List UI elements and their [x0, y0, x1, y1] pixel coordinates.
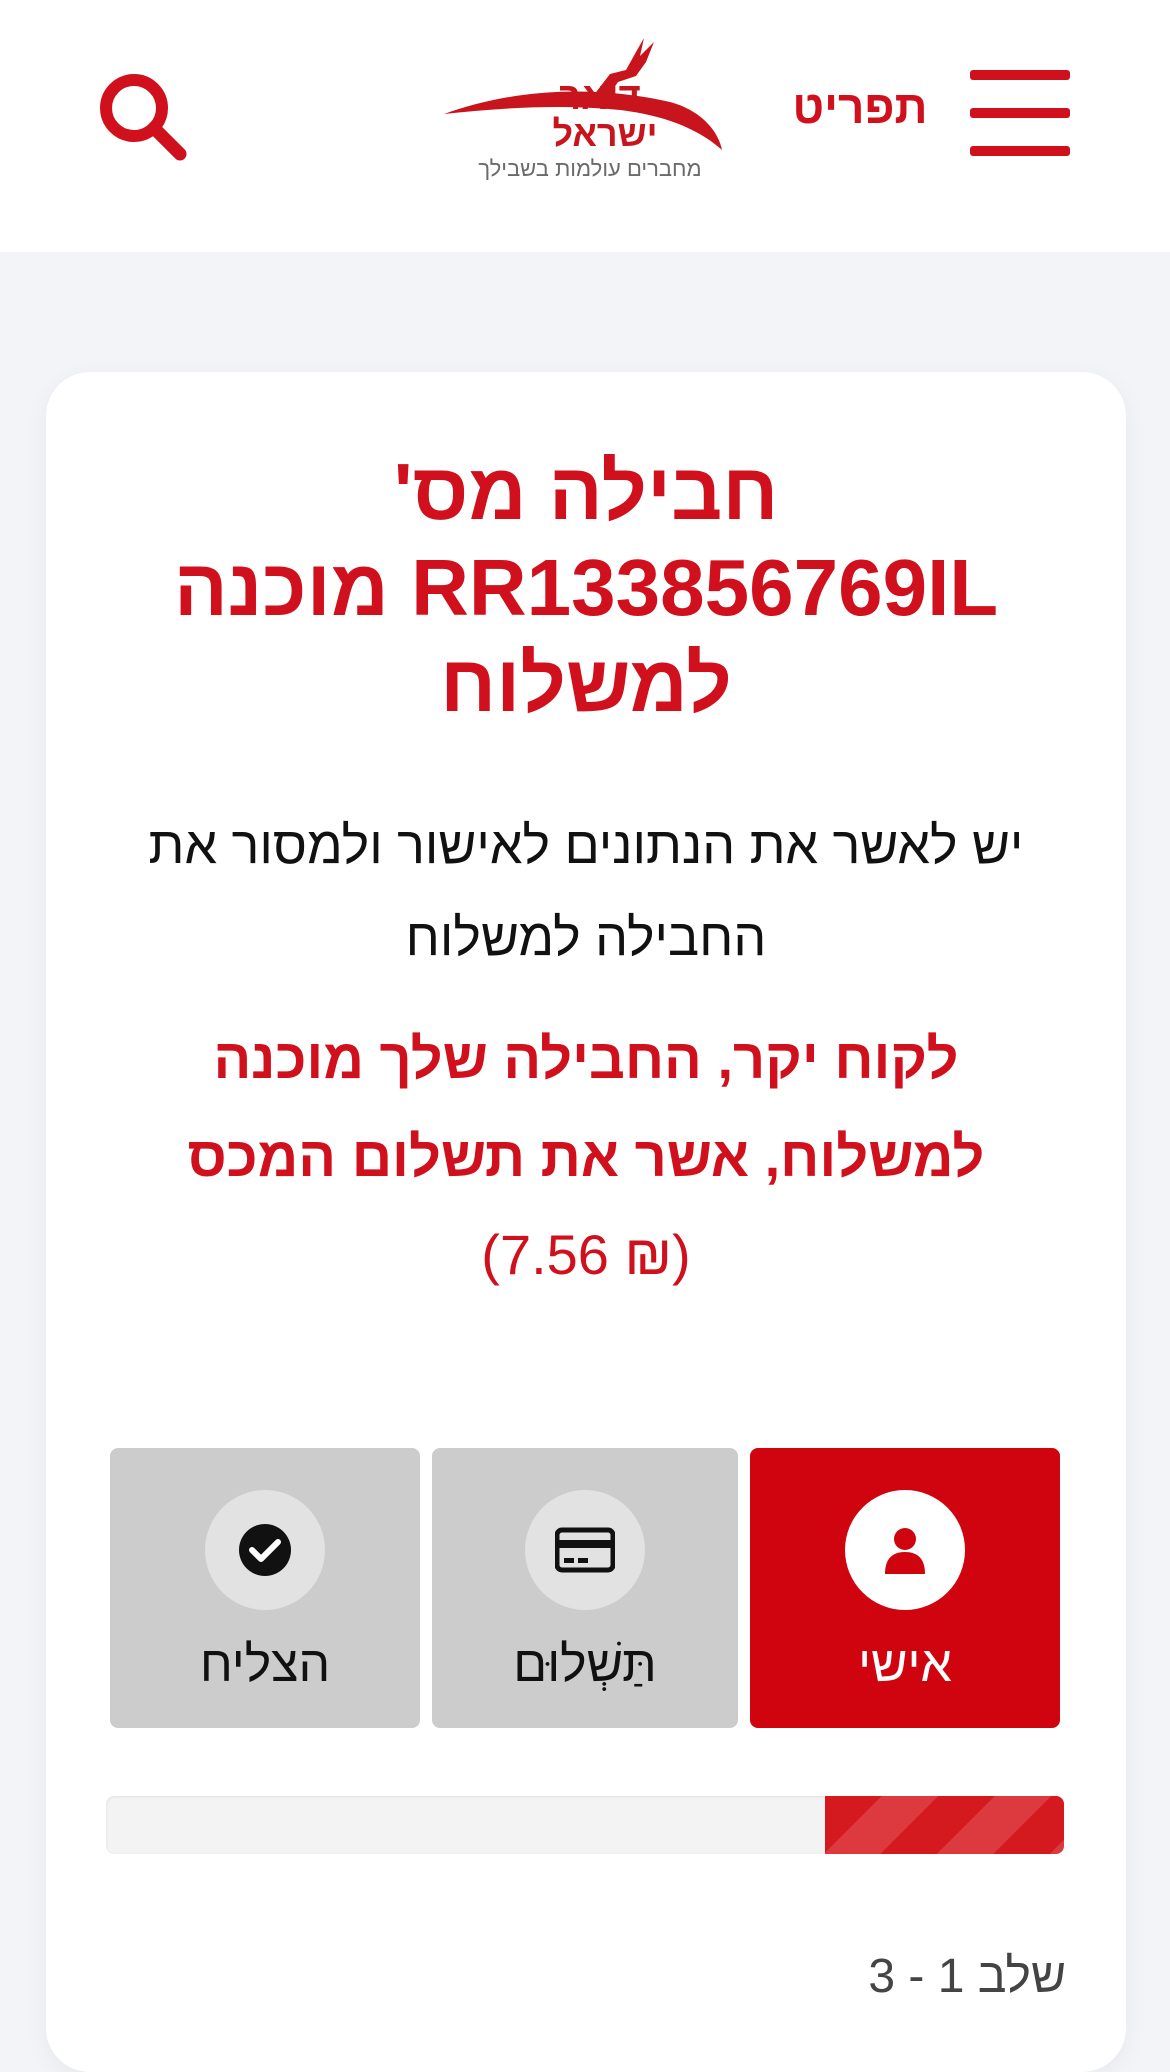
- customs-notice: לקוח יקר, החבילה שלך מוכנה למשלוח, אשר א…: [106, 1010, 1066, 1304]
- step-payment-circle: [525, 1490, 645, 1610]
- step-success[interactable]: הצליח: [110, 1448, 420, 1728]
- shipment-card: חבילה מס' RR133856769IL מוכנה למשלוח יש …: [46, 372, 1126, 2072]
- progress-bar: [106, 1796, 1064, 1854]
- logo-text-line2: ישראל: [552, 113, 658, 154]
- logo-tagline: מחברים עולמות בשבילך: [478, 156, 702, 181]
- logo-text-line1: דואר: [559, 76, 641, 118]
- step-payment[interactable]: תַּשְׁלוּם: [432, 1448, 738, 1728]
- step-personal-circle: [845, 1490, 965, 1610]
- progress-bar-fill: [824, 1796, 1064, 1854]
- credit-card-icon: [555, 1527, 615, 1573]
- top-header: תפריט דואר ישראל מחברים עולמות בשבילך: [0, 0, 1170, 252]
- customs-amount: (₪ 7.56): [481, 1223, 691, 1286]
- step-indicator: אישי תַּשְׁלוּם הצליח: [110, 1448, 1060, 1728]
- check-circle-icon: [239, 1524, 291, 1576]
- israel-post-logo[interactable]: דואר ישראל מחברים עולמות בשבילך: [440, 32, 730, 192]
- step-personal-label: אישי: [858, 1636, 952, 1692]
- customs-notice-text: לקוח יקר, החבילה שלך מוכנה למשלוח, אשר א…: [187, 1027, 985, 1188]
- page-title: חבילה מס' RR133856769IL מוכנה למשלוח: [173, 447, 999, 728]
- search-icon[interactable]: [96, 70, 190, 164]
- menu-label[interactable]: תפריט: [780, 72, 940, 142]
- step-payment-label: תַּשְׁלוּם: [513, 1636, 657, 1692]
- user-icon: [885, 1528, 925, 1574]
- step-success-label: הצליח: [199, 1636, 331, 1692]
- step-success-circle: [205, 1490, 325, 1610]
- hamburger-menu-icon[interactable]: [970, 68, 1070, 158]
- step-counter: שלב 1 - 3: [868, 1950, 1066, 2003]
- step-personal[interactable]: אישי: [750, 1448, 1060, 1728]
- instruction-text: יש לאשר את הנתונים לאישור ולמסור את החבי…: [148, 817, 1024, 967]
